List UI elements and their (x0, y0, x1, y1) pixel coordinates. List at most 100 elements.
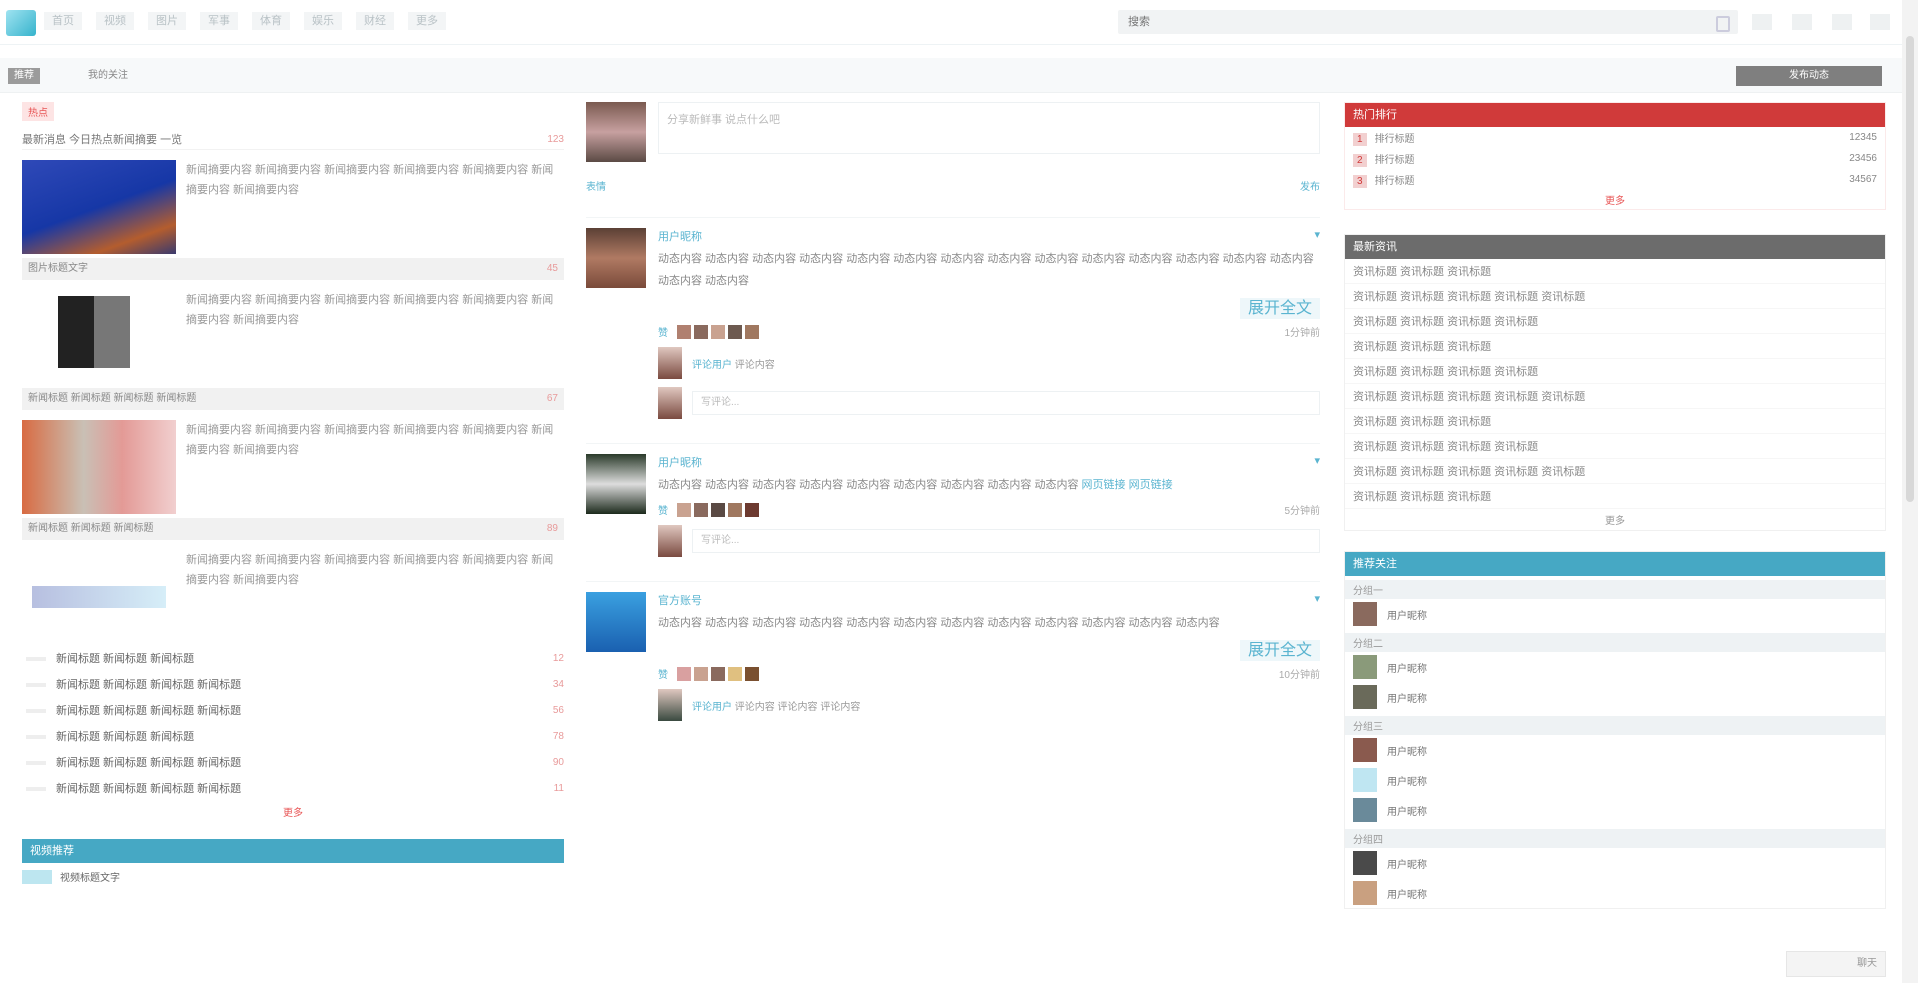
like-button[interactable]: 赞 (658, 666, 668, 681)
comment-input[interactable]: 写评论... (692, 391, 1320, 415)
user-icon[interactable] (1870, 14, 1890, 30)
news-link[interactable]: 资讯标题 资讯标题 资讯标题 (1345, 409, 1885, 434)
user-name[interactable]: 用户昵称 (1387, 743, 1427, 758)
user-name[interactable]: 用户昵称 (1387, 690, 1427, 705)
post-link[interactable]: 网页链接 网页链接 (1082, 479, 1173, 491)
nav-item[interactable]: 财经 (356, 12, 394, 30)
news-link[interactable]: 资讯标题 资讯标题 资讯标题 (1345, 484, 1885, 509)
ranking-item[interactable]: 1 排行标题 12345 (1345, 127, 1885, 148)
list-title[interactable]: 新闻标题 新闻标题 新闻标题 新闻标题 (56, 752, 241, 774)
news-block[interactable]: 新闻摘要内容 新闻摘要内容 新闻摘要内容 新闻摘要内容 新闻摘要内容 新闻摘要内… (22, 420, 564, 514)
comment-author[interactable]: 评论用户 (692, 360, 732, 371)
comment-input[interactable]: 写评论... (692, 529, 1320, 553)
user-item[interactable]: 用户昵称 (1345, 735, 1885, 765)
like-button[interactable]: 赞 (658, 502, 668, 517)
tab-following[interactable]: 我的关注 (82, 68, 134, 84)
avatar[interactable] (1353, 685, 1377, 709)
user-name[interactable]: 用户昵称 (1387, 886, 1427, 901)
expand-button[interactable]: 展开全文 (1239, 640, 1320, 661)
avatar[interactable] (1353, 738, 1377, 762)
post-author[interactable]: 用户昵称 (658, 228, 702, 244)
search-input[interactable] (1118, 10, 1698, 34)
like-button[interactable]: 赞 (658, 324, 668, 339)
user-item[interactable]: 用户昵称 (1345, 795, 1885, 825)
news-link[interactable]: 资讯标题 资讯标题 资讯标题 资讯标题 (1345, 309, 1885, 334)
scrollbar-thumb[interactable] (1906, 36, 1914, 502)
emoji-button[interactable]: 表情 (586, 178, 606, 193)
headline-row[interactable]: 最新消息 今日热点新闻摘要 一览 123 (22, 129, 564, 150)
chevron-down-icon[interactable]: ▾ (1314, 592, 1320, 608)
more-link[interactable]: 更多 (1345, 190, 1885, 209)
nav-item[interactable]: 图片 (148, 12, 186, 30)
more-link[interactable]: 更多 (1345, 509, 1885, 530)
news-block[interactable]: 新闻摘要内容 新闻摘要内容 新闻摘要内容 新闻摘要内容 新闻摘要内容 新闻摘要内… (22, 160, 564, 254)
more-link[interactable]: 更多 (22, 804, 564, 819)
post-author[interactable]: 用户昵称 (658, 454, 702, 470)
avatar[interactable] (658, 689, 682, 721)
user-name[interactable]: 用户昵称 (1387, 660, 1427, 675)
list-title[interactable]: 新闻标题 新闻标题 新闻标题 (56, 726, 194, 748)
avatar[interactable] (586, 102, 646, 162)
user-name[interactable]: 用户昵称 (1387, 773, 1427, 788)
headline-title[interactable]: 最新消息 今日热点新闻摘要 一览 (22, 131, 182, 147)
avatar[interactable] (586, 454, 646, 514)
avatar[interactable] (1353, 881, 1377, 905)
post-submit-button[interactable]: 发布 (1300, 178, 1320, 193)
avatar[interactable] (1353, 851, 1377, 875)
news-caption[interactable]: 新闻标题 新闻标题 新闻标题 89 (22, 518, 564, 540)
list-item[interactable]: 新闻标题 新闻标题 新闻标题 12 (22, 648, 564, 670)
news-link[interactable]: 资讯标题 资讯标题 资讯标题 资讯标题 资讯标题 (1345, 384, 1885, 409)
post-author[interactable]: 官方账号 (658, 592, 702, 608)
avatar[interactable] (1353, 655, 1377, 679)
site-logo[interactable] (6, 10, 36, 36)
user-item[interactable]: 用户昵称 (1345, 765, 1885, 795)
search-icon[interactable] (1716, 16, 1730, 32)
nav-item[interactable]: 视频 (96, 12, 134, 30)
nav-item[interactable]: 娱乐 (304, 12, 342, 30)
avatar[interactable] (1353, 768, 1377, 792)
list-title[interactable]: 新闻标题 新闻标题 新闻标题 新闻标题 (56, 778, 241, 800)
mail-icon[interactable] (1832, 14, 1852, 30)
avatar[interactable] (658, 347, 682, 379)
user-item[interactable]: 用户昵称 (1345, 848, 1885, 878)
news-link[interactable]: 资讯标题 资讯标题 资讯标题 (1345, 259, 1885, 284)
news-image[interactable] (22, 550, 176, 644)
bell-icon[interactable] (1792, 14, 1812, 30)
chevron-down-icon[interactable]: ▾ (1314, 454, 1320, 470)
news-image[interactable] (22, 290, 176, 384)
avatar[interactable] (1353, 798, 1377, 822)
avatar[interactable] (1353, 602, 1377, 626)
ranking-item[interactable]: 2 排行标题 23456 (1345, 148, 1885, 169)
news-block[interactable]: 新闻摘要内容 新闻摘要内容 新闻摘要内容 新闻摘要内容 新闻摘要内容 新闻摘要内… (22, 550, 564, 644)
ranking-title[interactable]: 排行标题 (1375, 155, 1415, 166)
chat-button[interactable]: 聊天 (1786, 951, 1886, 977)
news-block[interactable]: 新闻摘要内容 新闻摘要内容 新闻摘要内容 新闻摘要内容 新闻摘要内容 新闻摘要内… (22, 290, 564, 384)
ranking-title[interactable]: 排行标题 (1375, 134, 1415, 145)
news-link[interactable]: 资讯标题 资讯标题 资讯标题 (1345, 334, 1885, 359)
video-title[interactable]: 视频标题文字 (60, 869, 120, 884)
ranking-item[interactable]: 3 排行标题 34567 (1345, 169, 1885, 190)
news-link[interactable]: 资讯标题 资讯标题 资讯标题 资讯标题 (1345, 359, 1885, 384)
nav-item[interactable]: 体育 (252, 12, 290, 30)
news-link[interactable]: 资讯标题 资讯标题 资讯标题 资讯标题 资讯标题 (1345, 284, 1885, 309)
video-item[interactable]: 视频标题文字 (22, 869, 564, 884)
list-item[interactable]: 新闻标题 新闻标题 新闻标题 新闻标题 56 (22, 700, 564, 722)
nav-item[interactable]: 更多 (408, 12, 446, 30)
tab-recommend[interactable]: 推荐 (8, 68, 40, 84)
news-link[interactable]: 资讯标题 资讯标题 资讯标题 资讯标题 (1345, 434, 1885, 459)
user-item[interactable]: 用户昵称 (1345, 599, 1885, 629)
list-item[interactable]: 新闻标题 新闻标题 新闻标题 新闻标题 34 (22, 674, 564, 696)
news-image[interactable] (22, 160, 176, 254)
chevron-down-icon[interactable]: ▾ (1314, 228, 1320, 244)
list-title[interactable]: 新闻标题 新闻标题 新闻标题 新闻标题 (56, 674, 241, 696)
news-caption[interactable]: 新闻标题 新闻标题 新闻标题 新闻标题 67 (22, 388, 564, 410)
expand-button[interactable]: 展开全文 (1239, 298, 1320, 319)
user-item[interactable]: 用户昵称 (1345, 878, 1885, 908)
avatar[interactable] (586, 592, 646, 652)
user-name[interactable]: 用户昵称 (1387, 607, 1427, 622)
avatar[interactable] (586, 228, 646, 288)
publish-button[interactable]: 发布动态 (1736, 66, 1882, 86)
news-link[interactable]: 资讯标题 资讯标题 资讯标题 资讯标题 资讯标题 (1345, 459, 1885, 484)
list-item[interactable]: 新闻标题 新闻标题 新闻标题 78 (22, 726, 564, 748)
user-item[interactable]: 用户昵称 (1345, 682, 1885, 712)
